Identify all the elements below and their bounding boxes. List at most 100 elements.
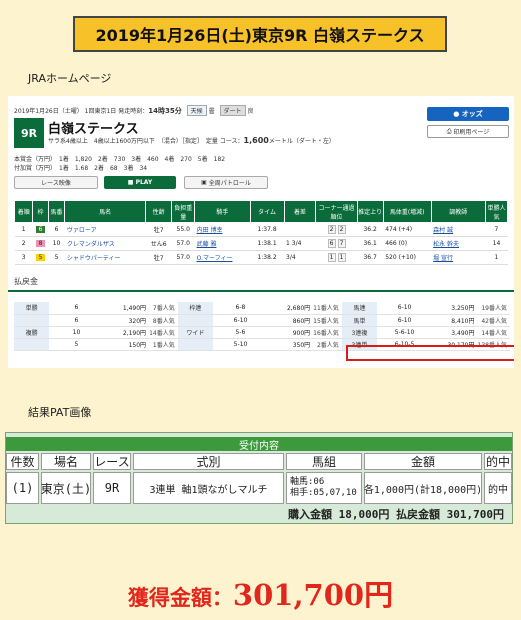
payout-pop: 19番人気 — [477, 302, 510, 315]
result-trainer-text: 堀 宣行 — [433, 255, 454, 262]
result-col-header: 馬体重(増減) — [382, 200, 432, 223]
payout-table: 単勝 6 1,490円 7番人気 枠連 6-8 2,680円 11番人気 馬連 6-10 3,250… — [14, 302, 510, 351]
result-waku: 5 — [32, 250, 49, 265]
result-weight-text: 57.0 — [176, 254, 190, 261]
track-condition: 良 — [247, 108, 254, 115]
payout-pop: 14番人気 — [149, 326, 178, 339]
result-col-header: 馬名 — [64, 200, 146, 223]
gain-label: 獲得金額： — [127, 585, 233, 610]
pat-col-place: 場名 — [41, 453, 91, 470]
result-time: 1:37.8 — [250, 222, 285, 237]
result-agari: 36.7 — [357, 250, 384, 265]
payout-pop: 42番人気 — [477, 314, 510, 327]
result-horse[interactable]: ヴァローア — [64, 222, 146, 237]
result-col-header: 着順 — [13, 200, 34, 223]
result-pop-text: 7 — [494, 226, 499, 233]
payout-type — [14, 338, 50, 351]
payout-num: 6 — [49, 314, 104, 327]
result-jockey[interactable]: 内田 博幸 — [194, 222, 251, 237]
race-name: 白嶺ステークス — [48, 122, 139, 137]
result-time: 1:38.2 — [250, 250, 285, 265]
payout-yen: 150円 — [103, 338, 150, 351]
patrol-button-label: 全周パトロール — [208, 180, 251, 187]
result-bw: 520 (+10) — [383, 250, 432, 265]
result-jockey-text: 武藤 雅 — [196, 241, 217, 248]
result-trainer[interactable]: 森村 誠 — [431, 222, 486, 237]
result-row: 3 5 5 シャドウパーティー 牡7 57.0 O.マーフィー 1:38.2 3/4 1 1 36.7… — [14, 250, 508, 265]
patrol-button[interactable]: ▣ 全周パトロール — [184, 176, 268, 189]
result-trainer[interactable]: 堀 宣行 — [431, 250, 486, 265]
result-num: 5 — [48, 250, 65, 265]
start-label: 発走時刻： — [118, 108, 149, 115]
payout-num: 6-8 — [213, 302, 268, 315]
pat-col-type: 式別 — [133, 453, 284, 470]
play-button[interactable]: ■ PLAY — [104, 176, 176, 189]
result-num: 6 — [48, 222, 65, 237]
result-row: 2 8 10 クレマンダルザス せん6 57.0 武藤 雅 1:38.1 1 3/4 6 7 36.1… — [14, 236, 508, 251]
result-trainer-text: 松永 幹夫 — [433, 241, 460, 248]
result-horse[interactable]: シャドウパーティー — [64, 250, 146, 265]
pat-count: (1) — [6, 472, 39, 504]
result-agari-text: 36.7 — [363, 254, 377, 261]
video-icon: ▣ — [201, 179, 209, 186]
result-col-header: 調教師 — [430, 200, 486, 223]
result-margin — [284, 222, 316, 237]
odds-icon: ● — [453, 110, 462, 118]
result-pos-text: 2 — [21, 240, 26, 247]
result-pos-text: 1 — [21, 226, 26, 233]
result-pos: 1 — [14, 222, 33, 237]
payout-num: 6-10 — [213, 314, 268, 327]
result-horse-text: クレマンダルザス — [66, 241, 115, 248]
odds-button[interactable]: ● オッズ — [427, 107, 509, 121]
race-date: 2019年1月26日（土曜） — [14, 108, 83, 115]
payout-row: 6 320円 8番人気 6-10 860円 15番人気 馬単 6-10 8,410円 42番人気 — [14, 314, 510, 327]
payout-pop: 1番人気 — [149, 338, 178, 351]
play-icon: ■ — [127, 179, 136, 186]
result-time-text: 1:38.1 — [257, 240, 277, 247]
course-distance: 1,600 — [243, 136, 269, 145]
payout-num: 10 — [49, 326, 104, 339]
jra-section-label: JRAホームページ — [28, 72, 112, 85]
result-agari: 36.2 — [357, 222, 384, 237]
result-time-text: 1:38.2 — [257, 254, 277, 261]
result-jockey[interactable]: 武藤 雅 — [194, 236, 251, 251]
result-waku: 6 — [32, 222, 49, 237]
pat-axis-horse: 軸馬:06 — [290, 477, 325, 487]
result-margin: 3/4 — [284, 250, 316, 265]
prize-main: 本賞金（万円） 1着 1,820 2着 730 3着 460 4着 270 5着… — [14, 156, 226, 163]
result-weight: 57.0 — [171, 236, 195, 251]
result-num-text: 5 — [54, 254, 59, 261]
pat-amount: 各1,000円(計18,000円) — [364, 472, 482, 504]
result-table: 着順枠馬番 馬名 性齢 負担重量 騎手 タイム 着差 コーナー通過順位 推定上り 馬体重(増減) 調… — [13, 200, 509, 265]
print-button[interactable]: ⎙ 印刷用ページ — [427, 125, 509, 138]
pat-col-hit: 的中 — [484, 453, 512, 470]
track-chip: ダート — [219, 105, 246, 116]
result-jockey-text: O.マーフィー — [196, 255, 233, 262]
payout-num: 5-6-10 — [377, 326, 432, 339]
result-col-header: 単勝人気 — [484, 200, 509, 223]
result-waku: 8 — [32, 236, 49, 251]
payout-num: 6 — [49, 302, 104, 315]
corner-position: 2 — [337, 225, 346, 234]
payout-type: 枠連 — [177, 302, 214, 315]
gain-summary: 獲得金額：301,700円 — [0, 572, 521, 614]
payout-yen: 8,410円 — [431, 314, 478, 327]
result-sexage-text: 牡7 — [153, 255, 164, 262]
payout-title: 払戻金 — [14, 277, 38, 286]
result-horse[interactable]: クレマンダルザス — [64, 236, 146, 251]
payout-type — [14, 314, 50, 327]
course-label: コース： — [219, 138, 244, 145]
result-pop: 1 — [485, 250, 508, 265]
payout-yen: 2,190円 — [103, 326, 150, 339]
payout-num: 5-10 — [213, 338, 268, 351]
result-corner: 22 — [315, 222, 358, 237]
result-col-header: 性齢 — [144, 200, 173, 223]
result-margin-text: 3/4 — [286, 254, 296, 261]
race-video-button[interactable]: レース映像 — [14, 176, 98, 189]
result-row: 1 6 6 ヴァローア 牡7 55.0 内田 博幸 1:37.8 2 2 36.2 474 (+4) 森… — [14, 222, 508, 237]
result-trainer[interactable]: 松永 幹夫 — [431, 236, 486, 251]
payout-yen: 2,680円 — [267, 302, 314, 315]
payout-pop: 11番人気 — [313, 302, 342, 315]
result-jockey[interactable]: O.マーフィー — [194, 250, 251, 265]
pat-col-race: レース — [93, 453, 131, 470]
